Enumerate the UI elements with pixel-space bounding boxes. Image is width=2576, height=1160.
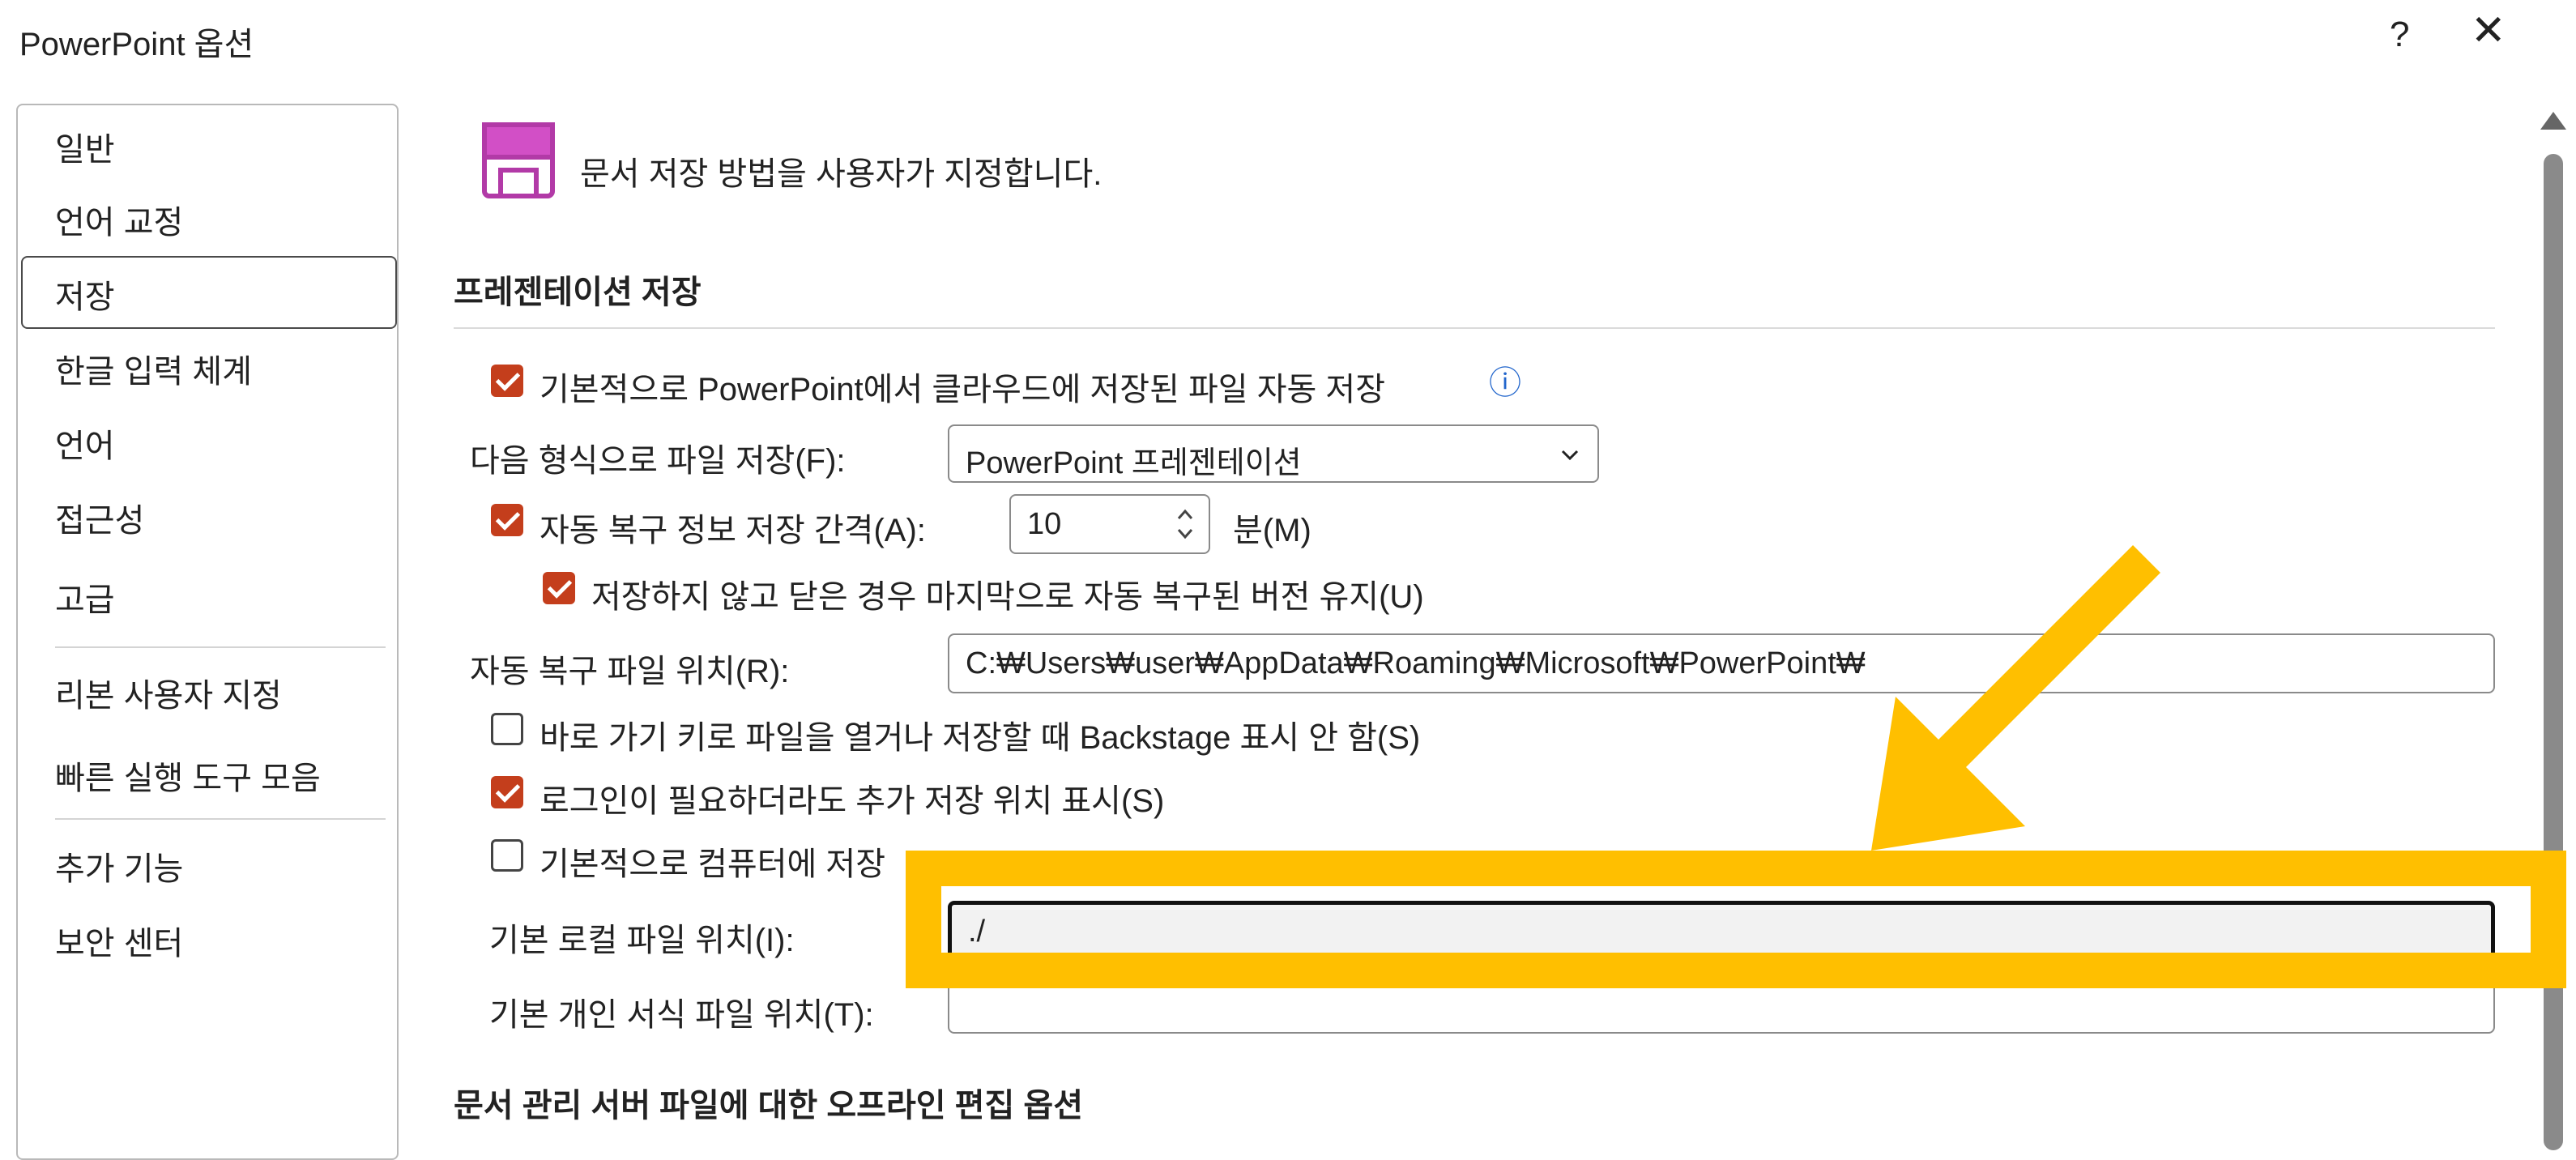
section-title-offline-editing: 문서 관리 서버 파일에 대한 오프라인 편집 옵션 — [454, 1088, 1083, 1124]
local-file-location-label: 기본 로컬 파일 위치(I): — [489, 923, 795, 958]
section-title-save-presentations: 프레젠테이션 저장 — [454, 275, 702, 310]
autorecover-location-label: 자동 복구 파일 위치(R): — [470, 654, 790, 689]
personal-templates-label: 기본 개인 서식 파일 위치(T): — [489, 997, 874, 1033]
scrollbar-thumb[interactable] — [2544, 154, 2563, 1150]
save-disk-icon — [482, 122, 555, 198]
sidebar: 일반 언어 교정 저장 한글 입력 체계 언어 접근성 고급 리본 사용자 지정… — [16, 104, 399, 1160]
sidebar-item-hangul-input[interactable]: 한글 입력 체계 — [55, 345, 252, 392]
annotation-highlight-box — [906, 851, 2566, 988]
sidebar-item-quick-access-toolbar[interactable]: 빠른 실행 도구 모음 — [55, 752, 321, 799]
autorecover-minutes-stepper[interactable]: 10 — [1009, 494, 1210, 554]
autorecover-location-value: C:₩Users₩user₩AppData₩Roaming₩Microsoft₩… — [966, 646, 1866, 680]
close-button[interactable]: ✕ — [2471, 10, 2506, 52]
signin-locations-checkbox[interactable] — [491, 776, 523, 808]
signin-locations-label: 로그인이 필요하더라도 추가 저장 위치 표시(S) — [540, 783, 1165, 819]
sidebar-item-accessibility[interactable]: 접근성 — [55, 494, 144, 541]
sidebar-item-proofing[interactable]: 언어 교정 — [55, 196, 183, 243]
save-format-label: 다음 형식으로 파일 저장(F): — [470, 443, 846, 479]
sidebar-item-trust-center[interactable]: 보안 센터 — [55, 917, 183, 964]
chevron-down-icon — [1561, 450, 1579, 461]
autorecover-label: 자동 복구 정보 저장 간격(A): — [540, 513, 926, 548]
minutes-label: 분(M) — [1233, 513, 1311, 548]
page-header: 문서 저장 방법을 사용자가 지정합니다. — [580, 156, 1102, 192]
sidebar-item-language[interactable]: 언어 — [55, 420, 115, 467]
sidebar-item-advanced[interactable]: 고급 — [55, 574, 115, 621]
save-to-computer-label: 기본적으로 컴퓨터에 저장 — [540, 847, 886, 882]
autorecover-minutes-value: 10 — [1027, 507, 1062, 541]
save-to-computer-checkbox[interactable] — [491, 839, 523, 872]
keep-last-autosaved-label: 저장하지 않고 닫은 경우 마지막으로 자동 복구된 버전 유지(U) — [591, 579, 1424, 615]
annotation-arrow-icon — [1871, 545, 2160, 851]
dialog-title: PowerPoint 옵션 — [19, 27, 254, 62]
sidebar-item-add-ins[interactable]: 추가 기능 — [55, 842, 183, 889]
backstage-label: 바로 가기 키로 파일을 열거나 저장할 때 Backstage 표시 안 함(… — [540, 720, 1421, 756]
scroll-up-arrow-icon[interactable] — [2540, 112, 2566, 130]
help-button[interactable]: ? — [2390, 15, 2409, 55]
spinner-arrows-icon[interactable] — [1175, 504, 1196, 544]
autorecover-checkbox[interactable] — [491, 504, 523, 536]
sidebar-item-save[interactable]: 저장 — [55, 271, 115, 318]
autosave-cloud-checkbox[interactable] — [491, 365, 523, 397]
sidebar-divider — [55, 818, 386, 820]
section-divider — [454, 327, 2495, 329]
sidebar-divider — [55, 646, 386, 648]
save-format-dropdown[interactable]: PowerPoint 프레젠테이션 — [948, 424, 1599, 483]
sidebar-item-general[interactable]: 일반 — [55, 123, 115, 170]
info-icon[interactable]: ⓘ — [1489, 356, 1521, 403]
autosave-cloud-label: 기본적으로 PowerPoint에서 클라우드에 저장된 파일 자동 저장 — [540, 372, 1386, 407]
backstage-checkbox[interactable] — [491, 713, 523, 745]
keep-last-autosaved-checkbox[interactable] — [543, 572, 575, 604]
autorecover-location-input[interactable]: C:₩Users₩user₩AppData₩Roaming₩Microsoft₩… — [948, 633, 2495, 693]
sidebar-item-customize-ribbon[interactable]: 리본 사용자 지정 — [55, 669, 282, 716]
save-format-value: PowerPoint 프레젠테이션 — [966, 446, 1302, 480]
